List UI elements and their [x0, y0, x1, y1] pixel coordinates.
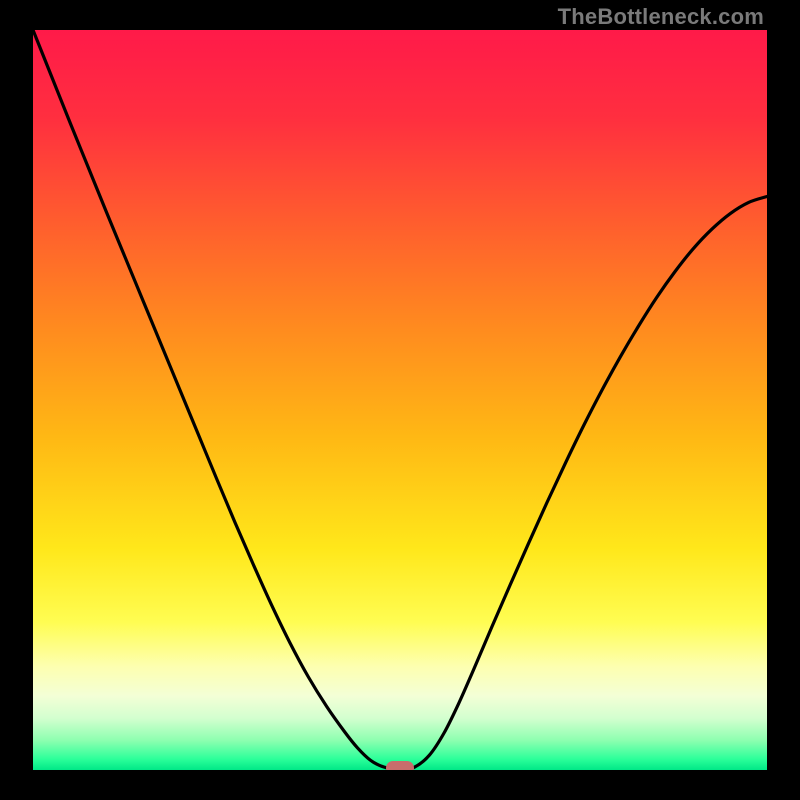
minimum-marker [386, 761, 414, 770]
plot-area [33, 30, 767, 770]
curve-layer [33, 30, 767, 770]
chart-frame: TheBottleneck.com [0, 0, 800, 800]
watermark-text: TheBottleneck.com [558, 4, 764, 30]
bottleneck-curve [33, 30, 767, 770]
